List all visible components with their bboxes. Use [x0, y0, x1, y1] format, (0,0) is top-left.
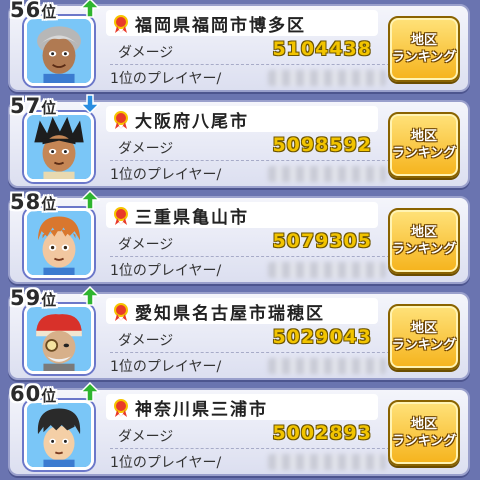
ranking-list: 56位 福岡県福岡市博多区 ダメージ 5104438 1位のプレイヤー/ 地区ラ…: [0, 0, 480, 480]
region-name: 大阪府八尾市: [135, 112, 249, 132]
damage-label: ダメージ: [118, 141, 174, 157]
orange-hair-boy-icon: [24, 208, 94, 278]
ranking-row: 59位 愛知県名古屋市瑞穂区 ダメージ 5029043 1位のプレイヤー/ 地区…: [8, 286, 470, 380]
blurred-player-name: [268, 166, 386, 182]
region-ranking-button[interactable]: 地区 ランキング: [388, 112, 460, 178]
region-name: 愛知県名古屋市瑞穂区: [135, 304, 325, 324]
damage-value: 5098592: [272, 134, 372, 156]
ribbon-medal-icon: [114, 399, 128, 417]
divider: [110, 160, 390, 161]
rank-up-arrow-icon: [80, 382, 100, 402]
spiky-hair-boy-icon: [24, 112, 94, 182]
ranking-row: 57位 大阪府八尾市 ダメージ 5098592 1位のプレイヤー/ 地区 ランキン…: [8, 94, 470, 188]
damage-value: 5079305: [272, 230, 372, 252]
rank-number: 56位: [10, 0, 58, 22]
damage-label: ダメージ: [118, 333, 174, 349]
rank-up-arrow-icon: [80, 286, 100, 306]
top-player-label: 1位のプレイヤー/: [110, 167, 222, 183]
region-ranking-button[interactable]: 地区 ランキング: [388, 16, 460, 82]
blurred-player-name: [268, 454, 386, 470]
old-man-red-cap-icon: [24, 304, 94, 374]
ranking-row: 56位 福岡県福岡市博多区 ダメージ 5104438 1位のプレイヤー/ 地区ラ…: [8, 0, 470, 92]
region-name: 三重県亀山市: [135, 208, 249, 228]
ribbon-medal-icon: [114, 15, 128, 33]
region-ranking-button[interactable]: 地区 ランキング: [388, 208, 460, 274]
rank-down-arrow-icon: [80, 94, 100, 114]
rank-up-arrow-icon: [80, 0, 100, 18]
divider: [110, 448, 390, 449]
damage-value: 5002893: [272, 422, 372, 444]
region-name: 神奈川県三浦市: [135, 400, 268, 420]
damage-label: ダメージ: [118, 45, 174, 61]
blurred-player-name: [268, 70, 386, 86]
damage-label: ダメージ: [118, 429, 174, 445]
top-player-label: 1位のプレイヤー/: [110, 71, 222, 87]
blurred-player-name: [268, 262, 386, 278]
region-ranking-button[interactable]: 地区 ランキング: [388, 400, 460, 466]
divider: [110, 256, 390, 257]
region-name: 福岡県福岡市博多区: [135, 16, 306, 36]
ribbon-medal-icon: [114, 111, 128, 129]
rank-number: 60位: [10, 382, 58, 406]
divider: [110, 64, 390, 65]
rank-number: 58位: [10, 190, 58, 214]
ribbon-medal-icon: [114, 303, 128, 321]
rank-number: 59位: [10, 286, 58, 310]
divider: [110, 352, 390, 353]
damage-value: 5029043: [272, 326, 372, 348]
rank-number: 57位: [10, 94, 58, 118]
ranking-row: 60位 神奈川県三浦市 ダメージ 5002893 1位のプレイヤー/ 地区 ランキ…: [8, 382, 470, 476]
damage-value: 5104438: [272, 38, 372, 60]
blurred-player-name: [268, 358, 386, 374]
ranking-row: 58位 三重県亀山市 ダメージ 5079305 1位のプレイヤー/ 地区 ランキン…: [8, 190, 470, 284]
top-player-label: 1位のプレイヤー/: [110, 455, 222, 471]
black-hair-boy-icon: [24, 400, 94, 470]
top-player-label: 1位のプレイヤー/: [110, 263, 222, 279]
region-ranking-button[interactable]: 地区 ランキング: [388, 304, 460, 370]
ribbon-medal-icon: [114, 207, 128, 225]
top-player-label: 1位のプレイヤー/: [110, 359, 222, 375]
grandma-face-icon: [24, 16, 94, 86]
damage-label: ダメージ: [118, 237, 174, 253]
rank-up-arrow-icon: [80, 190, 100, 210]
